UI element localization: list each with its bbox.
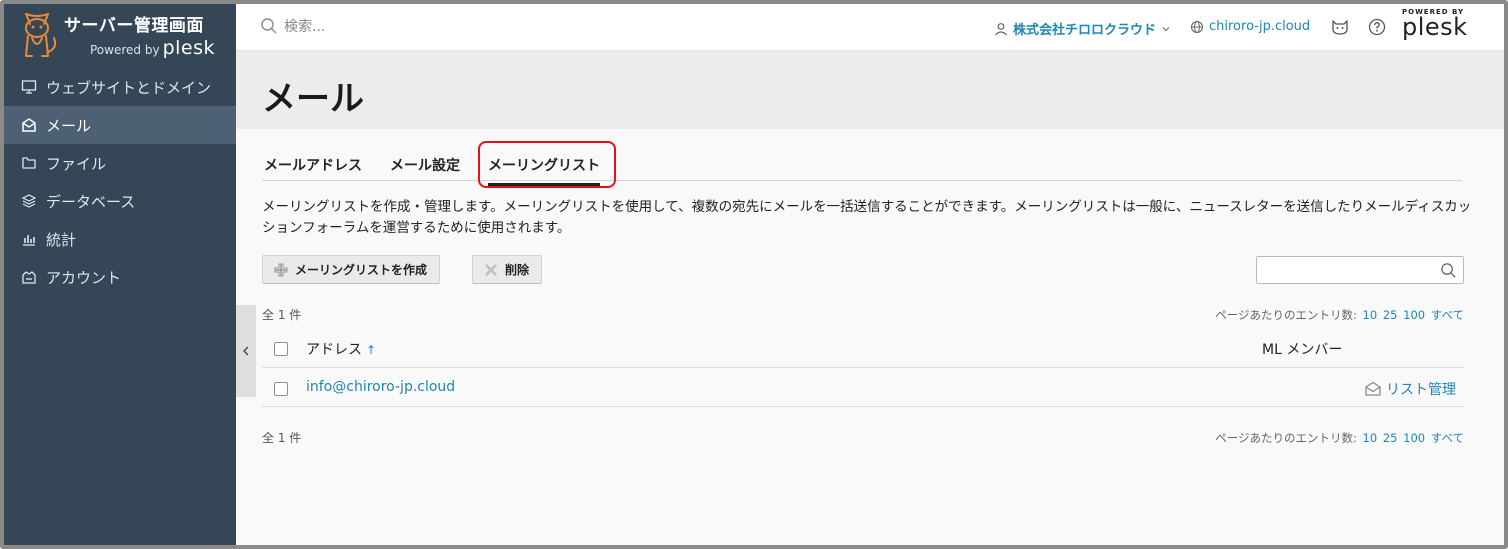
sidebar-item-files[interactable]: ファイル bbox=[4, 144, 236, 182]
plesk-logo: POWERED BY plesk bbox=[1402, 8, 1468, 41]
manage-list-link[interactable]: リスト管理 bbox=[1364, 379, 1456, 399]
item-count-top: 全 1 件 bbox=[262, 308, 302, 322]
sidebar-item-mail[interactable]: メール bbox=[4, 106, 236, 144]
page-description: メーリングリストを作成・管理します。メーリングリストを使用して、複数の宛先にメー… bbox=[262, 199, 1472, 236]
per-page-all[interactable]: すべて bbox=[1431, 308, 1464, 322]
column-header-address[interactable]: アドレス ↑ bbox=[306, 339, 376, 359]
sidebar-item-label: アカウント bbox=[46, 268, 122, 287]
search-icon bbox=[1441, 263, 1456, 278]
monitor-icon bbox=[20, 78, 38, 96]
account-menu[interactable]: 株式会社チロロクラウド bbox=[994, 19, 1171, 38]
list-search-input[interactable] bbox=[1256, 256, 1464, 284]
sidebar-item-label: データベース bbox=[46, 192, 136, 211]
tab-bar: メールアドレス メール設定 メーリングリスト bbox=[262, 153, 1462, 186]
per-page-100[interactable]: 100 bbox=[1403, 431, 1425, 445]
brand-title: サーバー管理画面 bbox=[64, 16, 204, 36]
per-page-label: ページあたりのエントリ数: bbox=[1215, 431, 1357, 445]
create-mailing-list-button[interactable]: メーリングリストを作成 bbox=[262, 255, 441, 284]
sidebar-item-label: メール bbox=[46, 116, 92, 135]
chevron-down-icon bbox=[1162, 26, 1170, 31]
sidebar-collapse-handle[interactable] bbox=[236, 305, 256, 397]
per-page-all[interactable]: すべて bbox=[1431, 431, 1464, 445]
account-icon bbox=[20, 268, 38, 286]
item-count-bottom: 全 1 件 bbox=[262, 431, 302, 445]
sidebar-item-websites[interactable]: ウェブサイトとドメイン bbox=[4, 68, 236, 106]
brand-powered-text: Powered by bbox=[90, 43, 160, 57]
brand-powered: Powered by plesk bbox=[90, 37, 215, 59]
search-icon bbox=[261, 18, 277, 34]
sidebar-item-statistics[interactable]: 統計 bbox=[4, 220, 236, 258]
brand-plesk-text: plesk bbox=[162, 37, 215, 59]
sidebar-item-label: ファイル bbox=[46, 154, 107, 173]
account-name: 株式会社チロロクラウド bbox=[1013, 23, 1157, 38]
manage-list-label: リスト管理 bbox=[1386, 382, 1456, 398]
global-search[interactable]: 検索... bbox=[260, 16, 325, 36]
per-page-100[interactable]: 100 bbox=[1403, 308, 1425, 322]
sidebar-item-databases[interactable]: データベース bbox=[4, 182, 236, 220]
sort-arrow-icon: ↑ bbox=[366, 343, 377, 357]
column-header-ml-members: ML メンバー bbox=[1262, 342, 1343, 358]
per-page-label: ページあたりのエントリ数: bbox=[1215, 308, 1357, 322]
delete-button-label: 削除 bbox=[505, 263, 530, 277]
plus-icon bbox=[274, 263, 288, 276]
sidebar-item-label: 統計 bbox=[46, 230, 77, 249]
folder-icon bbox=[20, 154, 38, 172]
chart-icon bbox=[20, 230, 38, 248]
create-button-label: メーリングリストを作成 bbox=[295, 263, 428, 277]
tab-email-addresses[interactable]: メールアドレス bbox=[264, 155, 362, 175]
mail-icon bbox=[20, 116, 38, 134]
domain-link[interactable]: chiroro-jp.cloud bbox=[1190, 19, 1310, 34]
domain-name: chiroro-jp.cloud bbox=[1209, 19, 1311, 34]
topbar: 検索... 株式会社チロロクラウド chiroro-jp.cloud POWER… bbox=[236, 4, 1504, 51]
divider bbox=[262, 367, 1464, 368]
per-page-10[interactable]: 10 bbox=[1363, 431, 1378, 445]
mail-open-icon bbox=[1365, 381, 1381, 396]
per-page-selector-top: ページあたりのエントリ数: 10 25 100 すべて bbox=[1215, 307, 1464, 323]
brand[interactable]: サーバー管理画面 Powered by plesk bbox=[4, 4, 236, 68]
select-all-checkbox[interactable] bbox=[274, 342, 288, 356]
chevron-left-icon bbox=[243, 346, 249, 356]
page-header: メール bbox=[236, 51, 1504, 129]
globe-icon bbox=[1190, 20, 1204, 33]
sidebar-item-account[interactable]: アカウント bbox=[4, 258, 236, 296]
cat-logo-icon bbox=[25, 13, 57, 57]
database-icon bbox=[20, 192, 38, 210]
sidebar: サーバー管理画面 Powered by plesk ウェブサイトとドメイン メール… bbox=[4, 4, 236, 545]
per-page-25[interactable]: 25 bbox=[1383, 431, 1398, 445]
plesk-logo-text: plesk bbox=[1402, 13, 1468, 41]
help-icon[interactable] bbox=[1367, 17, 1387, 37]
per-page-25[interactable]: 25 bbox=[1383, 308, 1398, 322]
app-window: サーバー管理画面 Powered by plesk ウェブサイトとドメイン メール… bbox=[0, 0, 1508, 549]
mailing-list-address-link[interactable]: info@chiroro-jp.cloud bbox=[306, 379, 455, 395]
search-input[interactable]: 検索... bbox=[284, 16, 325, 36]
page-title: メール bbox=[262, 79, 364, 119]
tab-mail-settings[interactable]: メール設定 bbox=[390, 155, 460, 175]
delete-button[interactable]: 削除 bbox=[472, 255, 543, 284]
divider bbox=[262, 406, 1464, 407]
cat-face-icon[interactable] bbox=[1330, 17, 1350, 37]
per-page-10[interactable]: 10 bbox=[1363, 308, 1378, 322]
highlight-annotation bbox=[478, 141, 616, 188]
sidebar-item-label: ウェブサイトとドメイン bbox=[46, 78, 212, 97]
row-checkbox[interactable] bbox=[274, 382, 288, 396]
delete-icon bbox=[485, 263, 497, 276]
main-content: メールアドレス メール設定 メーリングリスト メーリングリストを作成・管理します… bbox=[236, 129, 1504, 545]
per-page-selector-bottom: ページあたりのエントリ数: 10 25 100 すべて bbox=[1215, 430, 1464, 446]
column-header-label: アドレス bbox=[306, 342, 362, 358]
user-icon bbox=[995, 22, 1007, 35]
